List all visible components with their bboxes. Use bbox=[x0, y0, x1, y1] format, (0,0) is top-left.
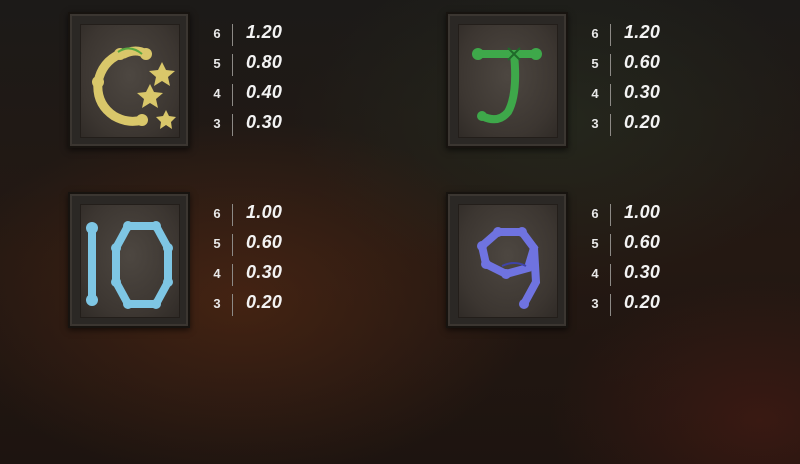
pay-row: 5 0.60 bbox=[210, 230, 330, 260]
pay-row: 6 1.00 bbox=[210, 200, 330, 230]
divider bbox=[232, 54, 233, 76]
payout-amount: 0.20 bbox=[624, 292, 661, 312]
match-count: 6 bbox=[213, 206, 221, 221]
pay-row: 6 1.20 bbox=[588, 20, 708, 50]
match-count: 3 bbox=[213, 296, 221, 311]
symbol-tile-q bbox=[68, 12, 190, 148]
divider bbox=[232, 234, 233, 256]
pay-row: 6 1.20 bbox=[210, 20, 330, 50]
match-count: 5 bbox=[591, 56, 599, 71]
divider bbox=[232, 24, 233, 46]
pay-row: 5 0.60 bbox=[588, 230, 708, 260]
match-count: 5 bbox=[591, 236, 599, 251]
pay-row: 3 0.20 bbox=[588, 290, 708, 320]
bone-number-10-icon bbox=[86, 221, 173, 309]
divider bbox=[610, 234, 611, 256]
match-count: 3 bbox=[591, 116, 599, 131]
match-count: 3 bbox=[591, 296, 599, 311]
bone-letter-q-icon bbox=[92, 46, 176, 129]
payout-amount: 0.60 bbox=[246, 232, 283, 252]
payout-amount: 0.30 bbox=[624, 262, 661, 282]
divider bbox=[610, 264, 611, 286]
divider bbox=[232, 84, 233, 106]
bone-number-9-icon bbox=[477, 227, 541, 309]
divider bbox=[610, 294, 611, 316]
paytable-9: 6 1.00 5 0.60 4 0.30 3 0.20 bbox=[588, 200, 708, 320]
match-count: 6 bbox=[591, 26, 599, 41]
payout-amount: 0.80 bbox=[246, 52, 283, 72]
divider bbox=[232, 294, 233, 316]
pay-row: 4 0.40 bbox=[210, 80, 330, 110]
pay-row: 6 1.00 bbox=[588, 200, 708, 230]
paytable-10: 6 1.00 5 0.60 4 0.30 3 0.20 bbox=[210, 200, 330, 320]
payout-amount: 0.40 bbox=[246, 82, 283, 102]
pay-row: 3 0.30 bbox=[210, 110, 330, 140]
divider bbox=[610, 204, 611, 226]
payout-amount: 1.20 bbox=[624, 22, 661, 42]
payout-amount: 1.00 bbox=[246, 202, 283, 222]
paytable-j: 6 1.20 5 0.60 4 0.30 3 0.20 bbox=[588, 20, 708, 140]
payout-amount: 0.20 bbox=[246, 292, 283, 312]
pay-row: 3 0.20 bbox=[588, 110, 708, 140]
payout-amount: 1.20 bbox=[246, 22, 283, 42]
match-count: 4 bbox=[213, 86, 221, 101]
divider bbox=[610, 114, 611, 136]
match-count: 5 bbox=[213, 236, 221, 251]
bone-letter-j-icon bbox=[472, 47, 542, 124]
symbol-tile-j bbox=[446, 12, 568, 148]
pay-row: 4 0.30 bbox=[588, 80, 708, 110]
match-count: 4 bbox=[213, 266, 221, 281]
match-count: 6 bbox=[213, 26, 221, 41]
symbol-tile-10 bbox=[68, 192, 190, 328]
divider bbox=[232, 264, 233, 286]
symbol-tile-9 bbox=[446, 192, 568, 328]
payout-amount: 0.20 bbox=[624, 112, 661, 132]
pay-row: 4 0.30 bbox=[210, 260, 330, 290]
divider bbox=[610, 24, 611, 46]
match-count: 4 bbox=[591, 86, 599, 101]
divider bbox=[232, 204, 233, 226]
paytable-q: 6 1.20 5 0.80 4 0.40 3 0.30 bbox=[210, 20, 330, 140]
payout-amount: 0.30 bbox=[624, 82, 661, 102]
pay-row: 3 0.20 bbox=[210, 290, 330, 320]
match-count: 5 bbox=[213, 56, 221, 71]
pay-row: 4 0.30 bbox=[588, 260, 708, 290]
payout-amount: 0.60 bbox=[624, 52, 661, 72]
payout-amount: 0.60 bbox=[624, 232, 661, 252]
divider bbox=[610, 54, 611, 76]
pay-row: 5 0.80 bbox=[210, 50, 330, 80]
match-count: 3 bbox=[213, 116, 221, 131]
match-count: 6 bbox=[591, 206, 599, 221]
payout-amount: 0.30 bbox=[246, 112, 283, 132]
match-count: 4 bbox=[591, 266, 599, 281]
divider bbox=[610, 84, 611, 106]
pay-row: 5 0.60 bbox=[588, 50, 708, 80]
payout-amount: 1.00 bbox=[624, 202, 661, 222]
divider bbox=[232, 114, 233, 136]
payout-amount: 0.30 bbox=[246, 262, 283, 282]
